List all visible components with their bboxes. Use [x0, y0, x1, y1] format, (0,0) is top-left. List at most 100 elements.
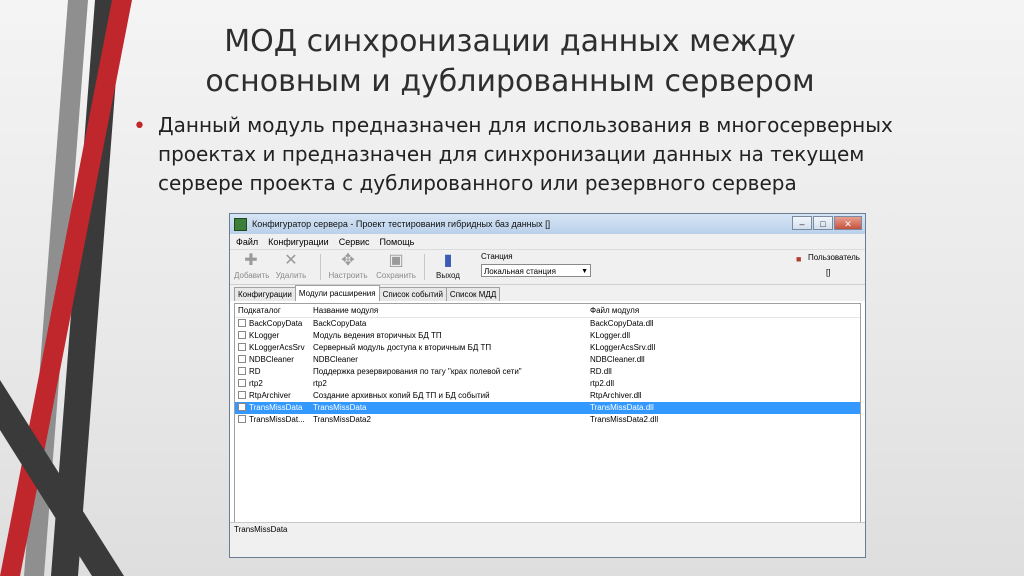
cell-file: BackCopyData.dll [590, 319, 654, 328]
x-icon: ✕ [284, 252, 298, 269]
tab-strip: Конфигурации Модули расширения Список со… [230, 285, 865, 301]
cell-dir: RD [235, 366, 311, 378]
dir-text: NDBCleaner [249, 355, 294, 364]
toolbar: ✚ Добавить ✕ Удалить ✥ Настроить ▣ Сохра… [230, 250, 865, 285]
dir-text: KLoggerAcsSrv [249, 343, 305, 352]
cell-file: NDBCleaner.dll [590, 355, 645, 364]
tab-extension-modules[interactable]: Модули расширения [294, 285, 380, 301]
cell-name: Поддержка резервирования по тагу "крах п… [313, 367, 522, 376]
row-checkbox[interactable] [238, 343, 246, 351]
save-button[interactable]: ▣ Сохранить [374, 252, 418, 280]
station-label: Станция [481, 252, 513, 261]
cell-dir: KLogger [235, 330, 311, 342]
table-row[interactable]: BackCopyData BackCopyData BackCopyData.dll [235, 318, 860, 330]
dir-text: TransMissData [249, 403, 303, 412]
server-configurator-window: Конфигуратор сервера - Проект тестирован… [229, 213, 866, 558]
window-title: Конфигуратор сервера - Проект тестирован… [252, 219, 551, 229]
cell-name: Серверный модуль доступа к вторичным БД … [313, 343, 492, 352]
user-icon: ■ [796, 254, 802, 264]
window-titlebar[interactable]: Конфигуратор сервера - Проект тестирован… [230, 214, 865, 234]
add-button[interactable]: ✚ Добавить [234, 252, 269, 280]
row-checkbox[interactable] [238, 379, 246, 387]
door-exit-icon: ▮ [443, 252, 453, 269]
table-row[interactable]: NDBCleaner NDBCleaner NDBCleaner.dll [235, 354, 860, 366]
dir-text: TransMissDat... [249, 415, 305, 424]
cell-dir: KLoggerAcsSrv [235, 342, 311, 354]
toolbar-separator [320, 254, 321, 280]
table-row[interactable]: TransMissData TransMissData TransMissData.… [235, 402, 860, 414]
plus-icon: ✚ [244, 252, 258, 269]
status-text: TransMissData [234, 525, 288, 534]
cell-file: RtpArchiver.dll [590, 391, 642, 400]
cell-file: TransMissData.dll [590, 403, 654, 412]
table-row[interactable]: rtp2 rtp2 rtp2.dll [235, 378, 860, 390]
table-row[interactable]: KLogger Модуль ведения вторичных БД ТП KLo… [235, 330, 860, 342]
cell-file: KLoggerAcsSrv.dll [590, 343, 656, 352]
table-row[interactable]: RtpArchiver Создание архивных копий БД ТП… [235, 390, 860, 402]
cell-file: KLogger.dll [590, 331, 631, 340]
delete-button[interactable]: ✕ Удалить [274, 252, 308, 280]
list-header: Подкаталог Название модуля Файл модуля [235, 304, 860, 318]
dir-text: RD [249, 367, 261, 376]
cell-file: rtp2.dll [590, 379, 615, 388]
row-checkbox[interactable] [238, 355, 246, 363]
cell-name: TransMissData2 [313, 415, 371, 424]
cell-name: BackCopyData [313, 319, 367, 328]
cell-name: TransMissData [313, 403, 367, 412]
row-checkbox[interactable] [238, 403, 246, 411]
row-checkbox[interactable] [238, 391, 246, 399]
row-checkbox[interactable] [238, 367, 246, 375]
menu-bar: Файл Конфигурации Сервис Помощь [230, 234, 865, 250]
close-button[interactable]: ✕ [834, 216, 862, 230]
cell-name: Создание архивных копий БД ТП и БД событ… [313, 391, 490, 400]
list-rows: BackCopyData BackCopyData BackCopyData.dll… [235, 318, 860, 426]
tab-mdd-list[interactable]: Список МДД [445, 287, 501, 301]
toolbar-separator [424, 254, 425, 280]
slide-title: МОД синхронизации данных между основным … [205, 24, 815, 99]
menu-configurations[interactable]: Конфигурации [268, 237, 329, 247]
chevron-down-icon: ▼ [581, 268, 588, 275]
column-header-dir[interactable]: Подкаталог [235, 304, 311, 317]
puzzle-icon: ✥ [341, 252, 355, 269]
menu-file[interactable]: Файл [236, 237, 258, 247]
menu-service[interactable]: Сервис [339, 237, 370, 247]
menu-help[interactable]: Помощь [380, 237, 415, 247]
bullet-icon: • [133, 114, 146, 139]
table-row[interactable]: RD Поддержка резервирования по тагу "крах… [235, 366, 860, 378]
table-row[interactable]: KLoggerAcsSrv Серверный модуль доступа к … [235, 342, 860, 354]
exit-button[interactable]: ▮ Выход [431, 252, 465, 280]
floppy-icon: ▣ [388, 252, 404, 269]
station-select[interactable]: Локальная станция ▼ [481, 264, 591, 277]
dir-text: KLogger [249, 331, 280, 340]
column-header-name[interactable]: Название модуля [311, 304, 588, 317]
configure-button[interactable]: ✥ Настроить [326, 252, 370, 280]
table-row[interactable]: TransMissDat... TransMissData2 TransMissDa… [235, 414, 860, 426]
tab-configurations[interactable]: Конфигурации [234, 287, 296, 301]
row-checkbox[interactable] [238, 415, 246, 423]
row-checkbox[interactable] [238, 319, 246, 327]
cell-name: Модуль ведения вторичных БД ТП [313, 331, 442, 340]
slide-stripes [0, 0, 132, 576]
maximize-button[interactable]: □ [813, 216, 833, 230]
cell-dir: TransMissData [235, 402, 311, 414]
cell-dir: RtpArchiver [235, 390, 311, 402]
user-value: [] [826, 268, 831, 277]
minimize-button[interactable]: – [792, 216, 812, 230]
row-checkbox[interactable] [238, 331, 246, 339]
column-header-file[interactable]: Файл модуля [588, 304, 860, 317]
station-value: Локальная станция [484, 267, 556, 276]
cell-dir: BackCopyData [235, 318, 311, 330]
cell-name: rtp2 [313, 379, 327, 388]
bullet-text: Данный модуль предназначен для использов… [158, 113, 893, 195]
cell-name: NDBCleaner [313, 355, 358, 364]
cell-dir: rtp2 [235, 378, 311, 390]
tab-event-list[interactable]: Список событий [378, 287, 447, 301]
modules-list: Подкаталог Название модуля Файл модуля B… [234, 303, 861, 523]
status-panel: TransMissData [230, 522, 865, 557]
user-label: Пользователь [808, 253, 860, 262]
cell-dir: TransMissDat... [235, 414, 311, 426]
cell-file: RD.dll [590, 367, 612, 376]
cell-file: TransMissData2.dll [590, 415, 659, 424]
app-icon [234, 217, 247, 231]
dir-text: RtpArchiver [249, 391, 291, 400]
